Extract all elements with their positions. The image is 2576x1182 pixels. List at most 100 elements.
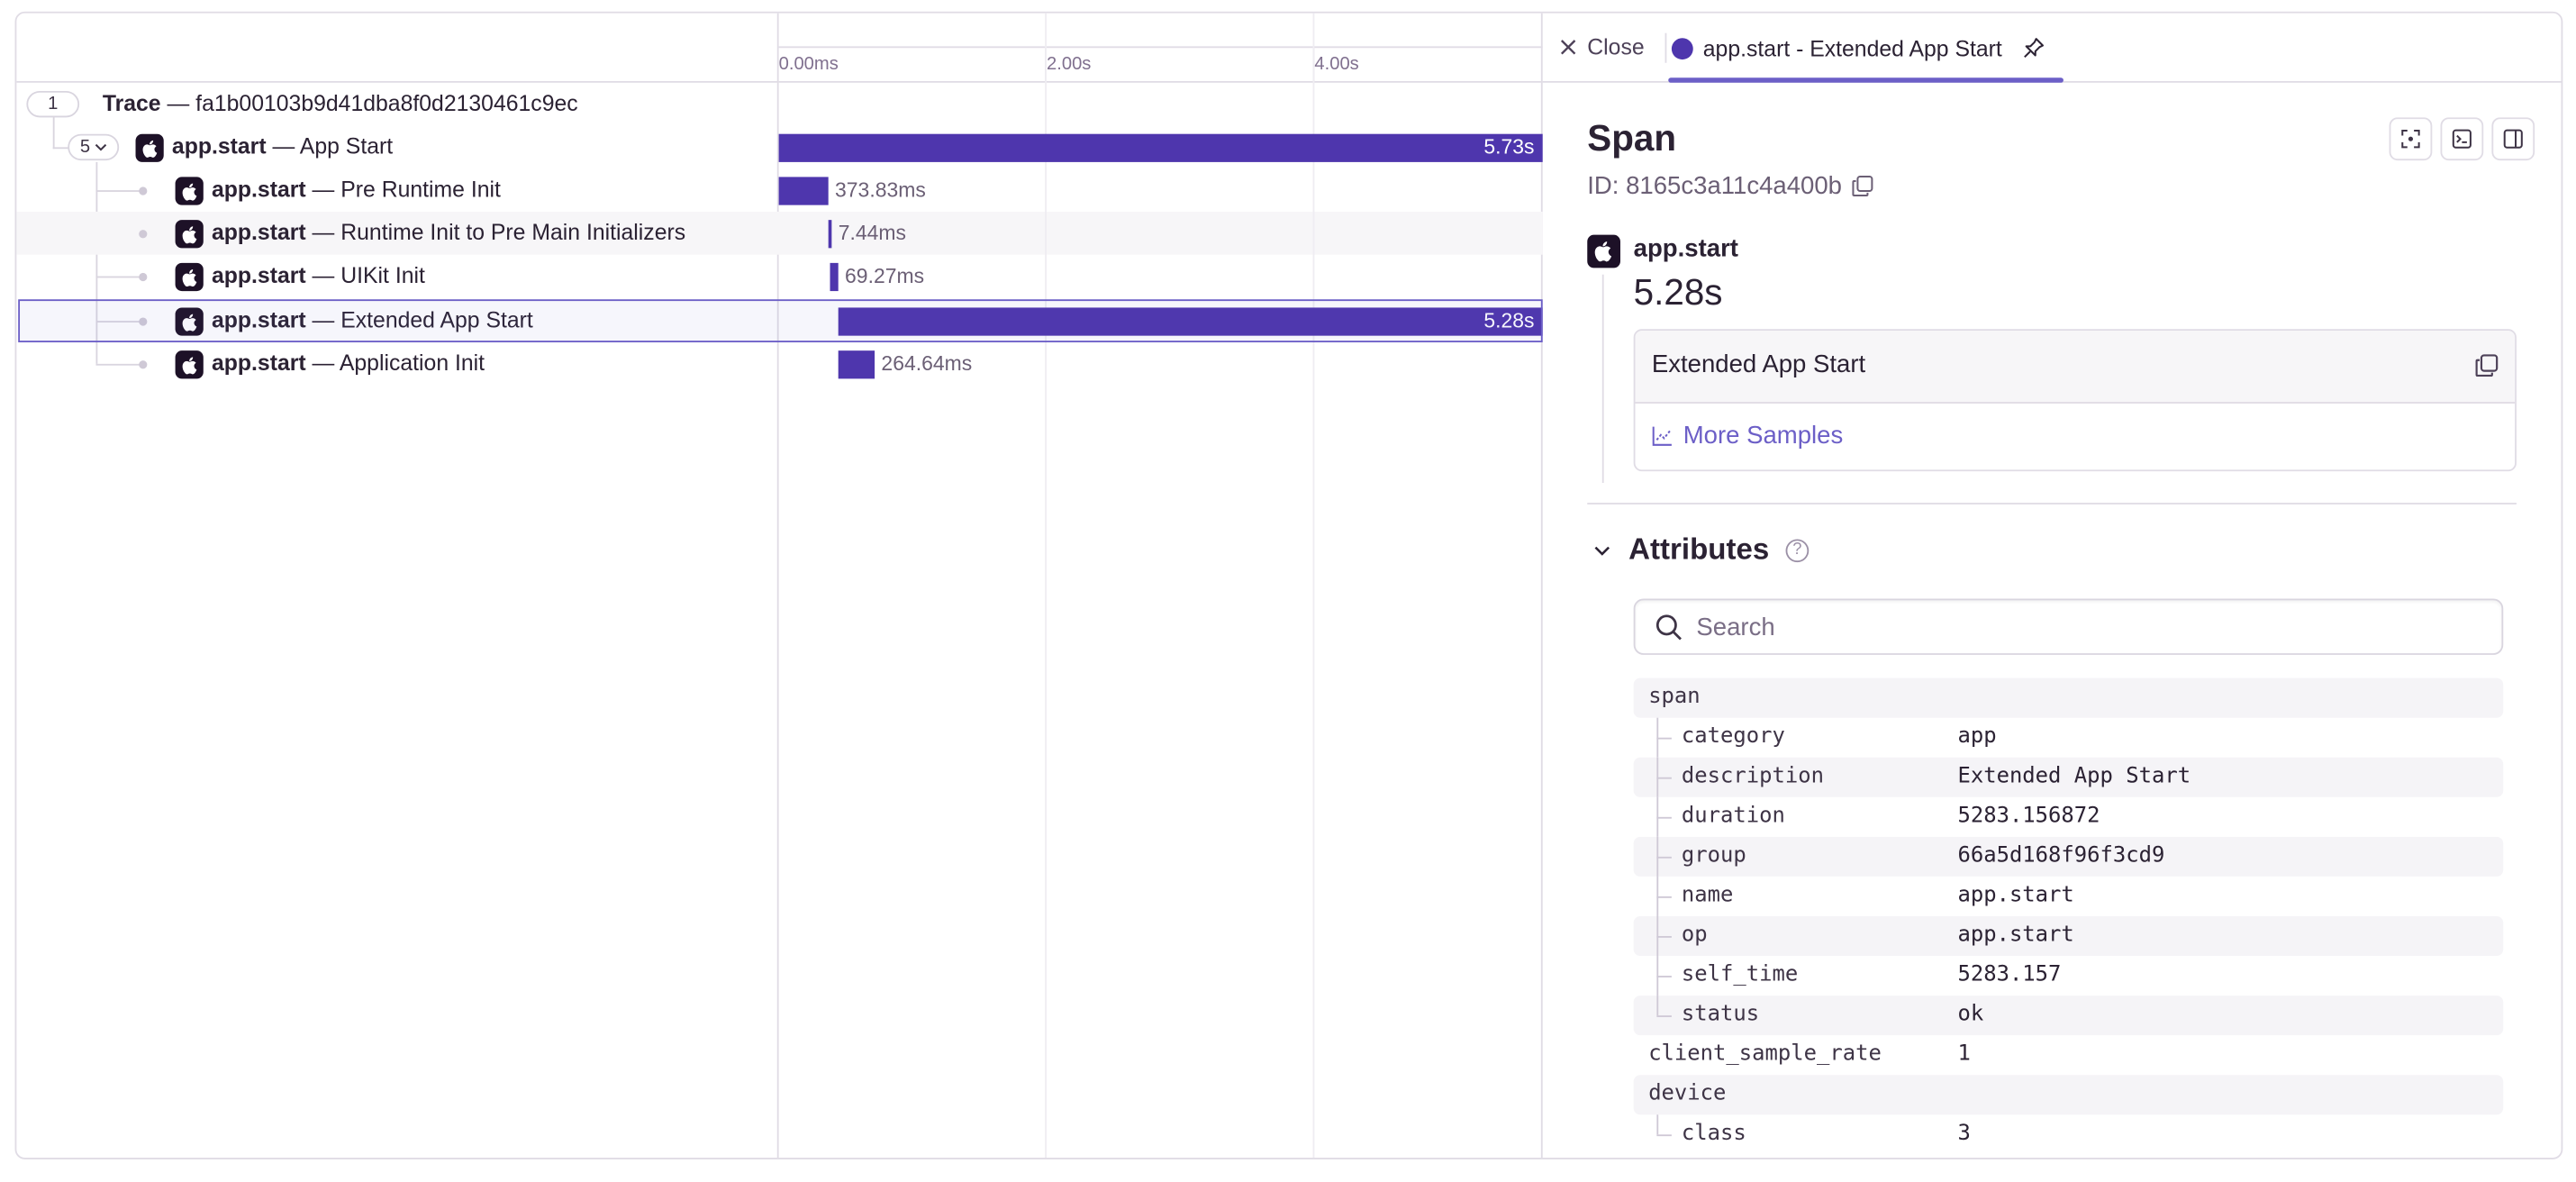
details-tab-bar: Close app.start - Extended App Start [1542, 14, 2562, 83]
span-sep: — [272, 133, 295, 159]
span-details-panel: Close app.start - Extended App Start Spa… [1542, 14, 2562, 1158]
span-op: app.start [211, 350, 306, 376]
attribute-row[interactable]: device [1633, 1075, 2504, 1115]
tab-separator [1664, 32, 1667, 63]
attribute-key: description [1681, 764, 1824, 789]
copy-icon[interactable] [2475, 354, 2499, 377]
timeline-gridline [1045, 13, 1047, 1158]
span-bar[interactable] [838, 350, 875, 379]
span-duration-label: 7.44ms [838, 221, 906, 245]
timeline-ruler: 0.00ms 2.00s 4.00s [778, 14, 1543, 83]
close-label: Close [1587, 33, 1645, 59]
description-header: Extended App Start [1635, 331, 2516, 404]
attribute-value: 1 [1957, 1041, 1971, 1068]
attribute-value: 66a5d168f96f3cd9 [1957, 843, 2165, 868]
toggle-panel-button[interactable] [2491, 117, 2535, 161]
attributes-section-toggle[interactable]: Attributes ? [1592, 532, 1810, 568]
attribute-tree-line [1656, 737, 1672, 740]
span-duration-label: 373.83ms [835, 178, 926, 202]
span-row[interactable]: app.start — Pre Runtime Init [16, 168, 778, 212]
more-samples-link[interactable]: More Samples [1652, 422, 1843, 450]
span-label: app.start — Pre Runtime Init [212, 168, 501, 212]
span-bar[interactable] [830, 262, 839, 292]
selected-row-highlight [18, 299, 1543, 342]
attribute-row[interactable]: category app [1634, 717, 2504, 758]
pin-icon[interactable] [2022, 36, 2045, 59]
attribute-row[interactable]: op app.start [1633, 915, 2504, 957]
section-guide-line [1601, 274, 1604, 484]
span-op: app.start [171, 133, 267, 159]
span-bar[interactable] [778, 133, 1543, 162]
span-bar[interactable] [828, 220, 832, 249]
terminal-icon [2452, 129, 2472, 149]
span-label: app.start — Runtime Init to Pre Main Ini… [212, 212, 685, 255]
collapse-toggle[interactable]: 5 [68, 133, 120, 161]
attributes-title: Attributes [1628, 532, 1770, 566]
help-icon[interactable]: ? [1785, 538, 1810, 562]
tree-node-dot [139, 360, 148, 369]
child-count: 5 [79, 137, 91, 158]
chevron-down-icon [94, 143, 106, 151]
search-input[interactable] [1696, 613, 2474, 641]
span-op: app.start [211, 177, 306, 202]
chart-icon [1652, 426, 1672, 446]
attribute-row[interactable]: description Extended App Start [1633, 757, 2504, 797]
focus-span-button[interactable] [2389, 117, 2433, 161]
more-samples-label: More Samples [1683, 422, 1844, 450]
attribute-row[interactable]: class 3 [1634, 1114, 2504, 1154]
trace-row[interactable]: 1 Trace — fa1b00103b9d41dba8f0d2130461c9… [16, 83, 778, 126]
attribute-row[interactable]: status ok [1633, 996, 2504, 1036]
tree-node-dot [139, 230, 148, 239]
attribute-row[interactable]: self_time 5283.157 [1634, 956, 2504, 996]
trace-count-pill[interactable]: 1 [26, 90, 80, 118]
span-duration-label: 69.27ms [845, 264, 925, 288]
attribute-tree-line [1656, 777, 1672, 779]
attribute-key: device [1648, 1081, 1727, 1107]
attribute-value: 3 [1957, 1121, 1971, 1147]
panel-right-icon [2503, 129, 2523, 149]
span-row[interactable]: app.start — Application Init [16, 342, 778, 386]
span-op: app.start [211, 220, 306, 245]
attribute-tree-line [1656, 1134, 1672, 1137]
span-bar[interactable] [778, 177, 829, 205]
attributes-search[interactable] [1633, 598, 2504, 655]
copy-icon[interactable] [1852, 176, 1873, 197]
span-id-row: ID: 8165c3a11c4a400b [1587, 172, 1873, 200]
attribute-tree-line [1656, 996, 1659, 1016]
active-tab-indicator [1668, 77, 2064, 83]
span-row[interactable]: app.start — Runtime Init to Pre Main Ini… [16, 211, 779, 255]
span-id: ID: 8165c3a11c4a400b [1587, 171, 1842, 201]
attribute-tree-line [1656, 816, 1672, 819]
attribute-value: 5283.157 [1957, 962, 2062, 987]
close-button[interactable]: Close [1559, 30, 1645, 63]
apple-icon [175, 220, 204, 249]
terminal-button[interactable] [2440, 117, 2484, 161]
span-row-root[interactable]: 5 app.start — App Start [16, 126, 778, 169]
attribute-row[interactable]: duration 5283.156872 [1634, 796, 2504, 837]
attribute-row[interactable]: client_sample_rate 1 [1634, 1035, 2504, 1075]
timeline-gridline [1312, 13, 1315, 1158]
span-row[interactable]: app.start — UIKit Init [16, 255, 778, 298]
span-duration: 5.28s [1633, 271, 1723, 313]
attribute-key: name [1681, 883, 1734, 908]
attribute-value: ok [1957, 1002, 1984, 1027]
ruler-line [778, 46, 1543, 49]
attribute-value: app.start [1957, 883, 2074, 908]
attribute-value: app.start [1957, 923, 2074, 948]
span-duration-label: 5.73s [1483, 135, 1535, 159]
span-sep: — [312, 220, 335, 245]
span-name: UIKit Init [340, 262, 425, 288]
attribute-tree-line [1656, 936, 1672, 938]
tab-span-details[interactable]: app.start - Extended App Start [1671, 28, 2045, 68]
span-name: App Start [299, 133, 394, 159]
attribute-row[interactable]: group 66a5d168f96f3cd9 [1633, 836, 2504, 877]
span-sep: — [312, 177, 335, 202]
trace-word: Trace [102, 90, 161, 116]
apple-icon [175, 350, 204, 379]
span-duration-label: 264.64ms [881, 352, 973, 376]
attribute-key: duration [1681, 804, 1785, 829]
attribute-row[interactable]: span [1633, 677, 2504, 718]
search-icon [1655, 614, 1682, 640]
ruler-tick-label: 2.00s [1046, 54, 1092, 75]
attribute-row[interactable]: name app.start [1634, 876, 2504, 916]
